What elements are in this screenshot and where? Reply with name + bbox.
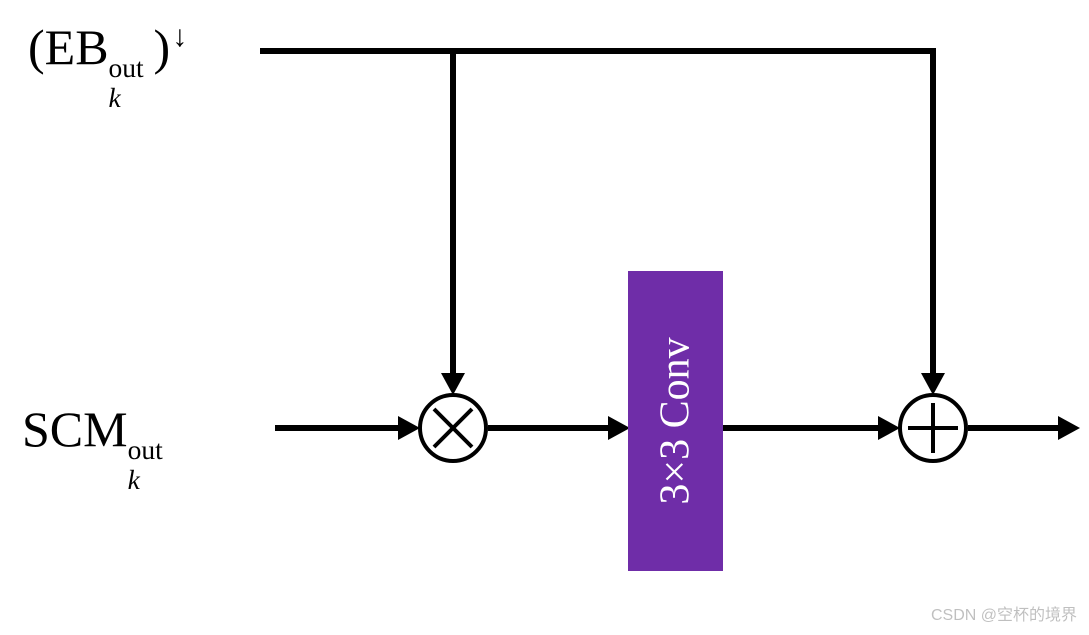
arrow-eb-to-add bbox=[921, 373, 945, 395]
conv-block-label: 3×3 Conv bbox=[652, 337, 700, 504]
scm-prefix: SCM bbox=[22, 401, 128, 457]
eb-down-arrow-glyph: ↓ bbox=[172, 20, 187, 54]
watermark-text: CSDN @空杯的境界 bbox=[931, 601, 1077, 625]
plus-vertical bbox=[931, 403, 935, 453]
multiply-icon bbox=[422, 397, 484, 459]
line-add-to-output bbox=[968, 425, 1060, 431]
arrow-output bbox=[1058, 416, 1080, 440]
line-conv-to-add bbox=[723, 425, 880, 431]
scm-sub: k bbox=[128, 464, 140, 496]
eb-sup: out bbox=[109, 52, 144, 84]
diagram-stage: (EB out k )↓ SCM out k 3×3 Conv bbox=[0, 0, 1089, 635]
scm-sup: out bbox=[128, 434, 163, 466]
conv-block: 3×3 Conv bbox=[628, 271, 723, 571]
eb-prefix: (EB bbox=[28, 19, 109, 75]
line-multiply-to-conv bbox=[488, 425, 610, 431]
input-scm-label: SCM out k bbox=[22, 400, 173, 458]
arrow-conv-to-add bbox=[878, 416, 900, 440]
multiply-op bbox=[418, 393, 488, 463]
line-eb-horizontal bbox=[260, 48, 933, 54]
arrow-multiply-to-conv bbox=[608, 416, 630, 440]
line-eb-to-add bbox=[930, 48, 936, 375]
arrow-eb-to-multiply bbox=[441, 373, 465, 395]
add-op bbox=[898, 393, 968, 463]
arrow-scm-to-multiply bbox=[398, 416, 420, 440]
line-scm-to-multiply bbox=[275, 425, 400, 431]
input-eb-label: (EB out k )↓ bbox=[28, 18, 187, 76]
eb-suffix: ) bbox=[154, 19, 171, 75]
line-eb-to-multiply bbox=[450, 48, 456, 375]
eb-sub: k bbox=[109, 82, 121, 114]
